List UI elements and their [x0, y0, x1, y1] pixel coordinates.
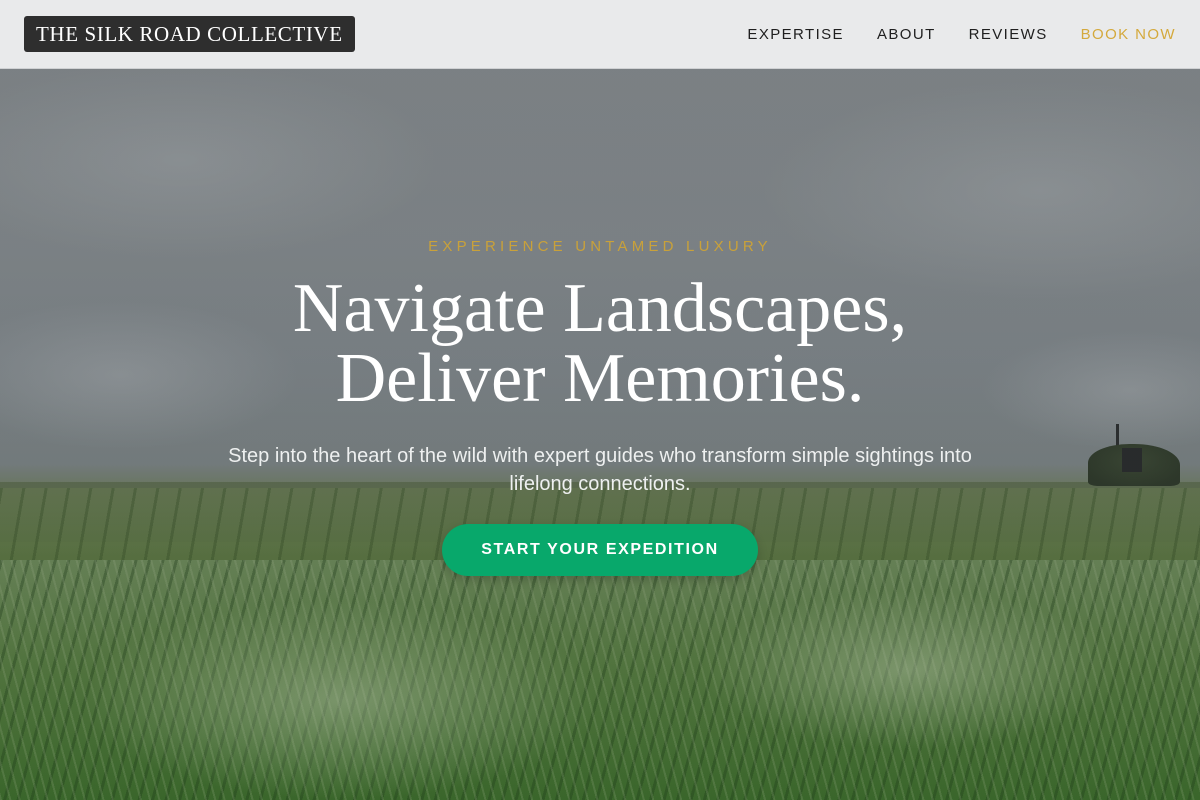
hero-subtext: Step into the heart of the wild with exp…: [228, 445, 972, 495]
hero-headline-line-2: Deliver Memories.: [335, 340, 865, 417]
hero-headline-line-1: Navigate Landscapes,: [292, 270, 908, 347]
hero-section: EXPERIENCE UNTAMED LUXURY Navigate Lands…: [0, 0, 1200, 800]
hero-eyebrow: EXPERIENCE UNTAMED LUXURY: [428, 238, 772, 255]
hero-headline: Navigate Landscapes, Deliver Memories.: [0, 274, 1200, 414]
start-expedition-button[interactable]: START YOUR EXPEDITION: [442, 524, 758, 576]
